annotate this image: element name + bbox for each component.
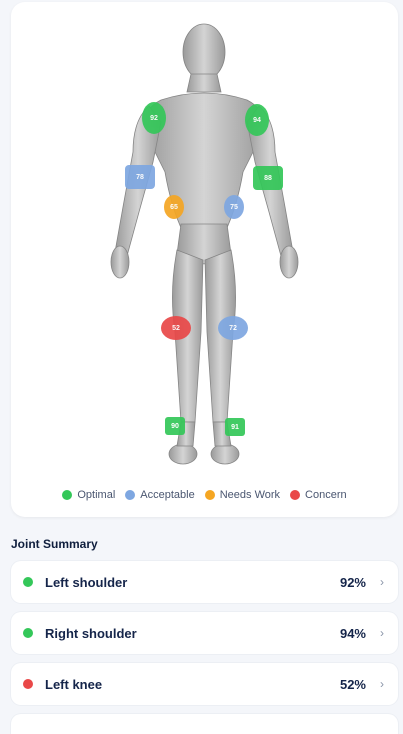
status-legend: Optimal Acceptable Needs Work Concern [11, 489, 398, 501]
left-hip-marker[interactable]: 65 [164, 195, 184, 219]
right-ankle-value: 91 [231, 423, 239, 431]
acceptable-dot-icon [125, 490, 136, 500]
right-hip-value: 75 [230, 203, 238, 211]
legend-concern: Concern [290, 489, 347, 501]
chevron-right-icon: › [380, 626, 384, 640]
body-map-card: 92 94 78 88 65 75 52 72 90 91 Optimal Ac… [11, 2, 398, 517]
left-knee-marker[interactable]: 52 [161, 316, 191, 340]
left-elbow-marker[interactable]: 78 [125, 165, 155, 189]
summary-row-right-shoulder[interactable]: Right shoulder 94% › [11, 612, 398, 654]
left-ankle-value: 90 [171, 422, 179, 430]
left-shoulder-marker[interactable]: 92 [142, 102, 166, 134]
legend-acceptable-label: Acceptable [140, 489, 195, 501]
summary-row-left-knee[interactable]: Left knee 52% › [11, 663, 398, 705]
chevron-right-icon: › [380, 677, 384, 691]
joint-name: Left knee [45, 676, 103, 692]
right-elbow-value: 88 [264, 174, 272, 182]
joint-score: 92% [339, 574, 366, 590]
joint-name: Left shoulder [45, 574, 128, 590]
right-knee-value: 72 [229, 324, 237, 332]
needs-work-dot-icon [204, 490, 215, 500]
joint-summary-title: Joint Summary [11, 537, 98, 551]
left-knee-value: 52 [172, 324, 180, 332]
right-ankle-marker[interactable]: 91 [225, 418, 245, 436]
right-elbow-marker[interactable]: 88 [253, 166, 283, 190]
concern-dot-icon [290, 490, 301, 500]
legend-concern-label: Concern [305, 489, 347, 501]
right-hip-marker[interactable]: 75 [224, 195, 244, 219]
right-shoulder-marker[interactable]: 94 [245, 104, 269, 136]
right-knee-marker[interactable]: 72 [218, 316, 248, 340]
joint-score: 52% [339, 676, 366, 692]
summary-row-left-shoulder[interactable]: Left shoulder 92% › [11, 561, 398, 603]
legend-optimal: Optimal [62, 489, 115, 501]
summary-row-partial[interactable] [11, 714, 398, 734]
left-elbow-value: 78 [136, 173, 144, 181]
joint-name: Right shoulder [45, 625, 137, 641]
right-shoulder-value: 94 [253, 116, 261, 124]
left-hip-value: 65 [170, 203, 178, 211]
legend-optimal-label: Optimal [77, 489, 116, 501]
body-figure [110, 23, 299, 465]
status-dot-icon [23, 577, 33, 587]
legend-acceptable: Acceptable [125, 489, 195, 501]
chevron-right-icon: › [380, 575, 384, 589]
status-dot-icon [23, 628, 33, 638]
legend-needs-work-label: Needs Work [219, 489, 281, 501]
left-ankle-marker[interactable]: 90 [165, 417, 185, 435]
left-shoulder-value: 92 [150, 114, 158, 122]
status-dot-icon [23, 679, 33, 689]
optimal-dot-icon [62, 490, 73, 500]
legend-needs-work: Needs Work [204, 489, 281, 501]
joint-score: 94% [339, 625, 366, 641]
